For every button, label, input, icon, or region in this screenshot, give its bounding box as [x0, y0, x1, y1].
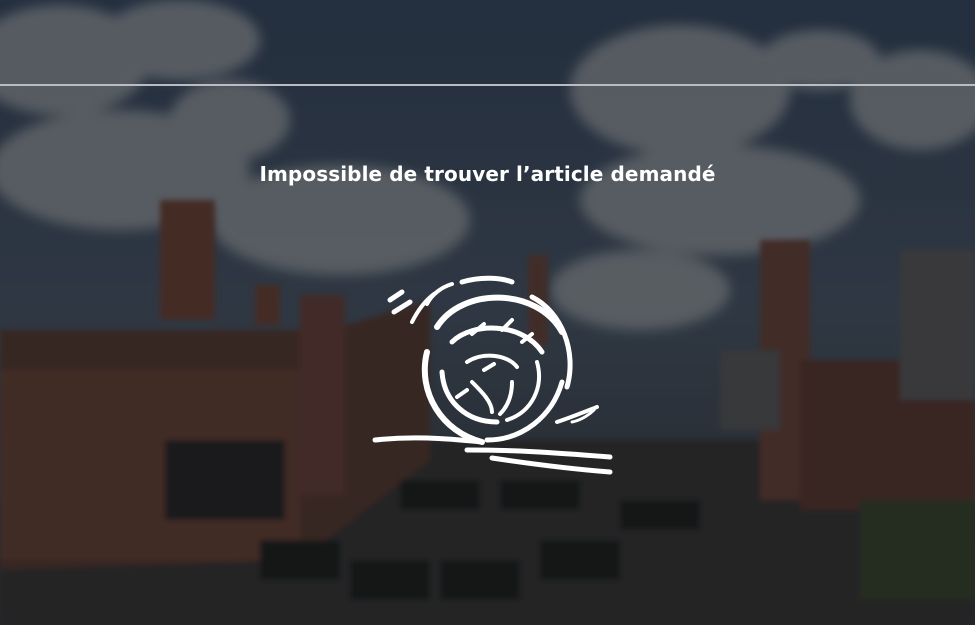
header-divider: [0, 84, 975, 86]
not-found-page: Impossible de trouver l’article demandé: [0, 0, 975, 625]
tumbleweed-icon: [372, 275, 613, 475]
not-found-message: Impossible de trouver l’article demandé: [259, 162, 716, 186]
